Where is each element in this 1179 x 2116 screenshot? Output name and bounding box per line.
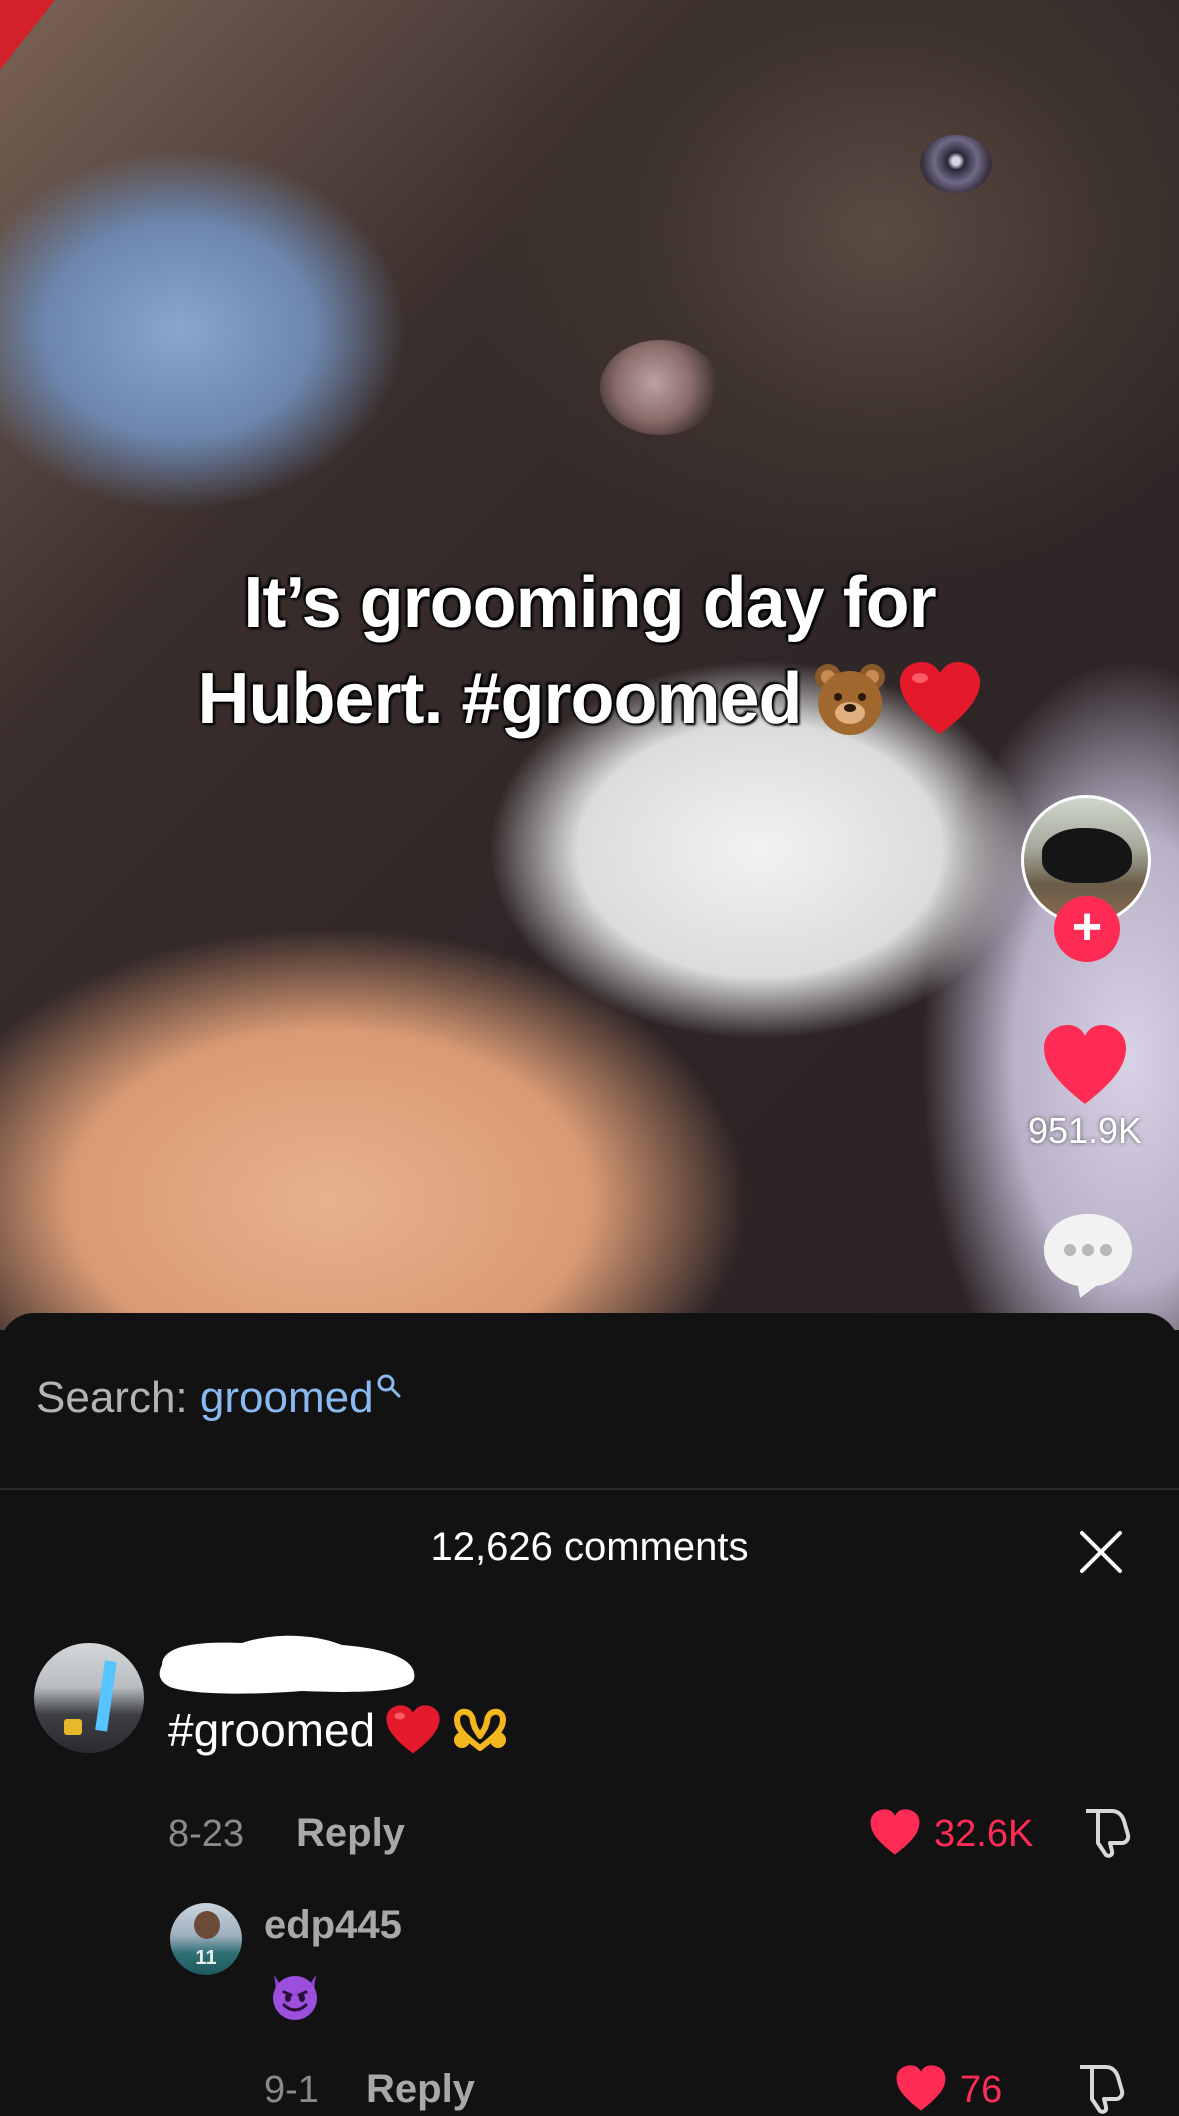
comment-like-icon[interactable]: [894, 2063, 948, 2113]
caption-line-1: It’s grooming day for: [243, 563, 936, 643]
video-caption: It’s grooming day for Hubert. #groomed: [0, 555, 1179, 747]
creator-avatar-bear: [1042, 828, 1132, 883]
redacted-username: [159, 1635, 415, 1694]
avatar-sword: [95, 1660, 117, 1732]
follow-plus-icon[interactable]: +: [1054, 896, 1120, 962]
avatar-gold: [64, 1719, 82, 1735]
avatar-head: [194, 1911, 220, 1939]
reply-date: 9-1: [264, 2069, 319, 2111]
video-like-count: 951.9K: [1027, 1110, 1143, 1151]
red-heart-emoji: [386, 1705, 440, 1754]
search-icon: [377, 1374, 401, 1398]
search-prefix: Search:: [36, 1373, 188, 1422]
bear-eye: [920, 135, 992, 193]
divider: [0, 1488, 1179, 1490]
avatar[interactable]: [34, 1643, 144, 1753]
reply-username[interactable]: edp445: [264, 1903, 402, 1948]
caption-line-2: Hubert. #groomed: [197, 659, 802, 739]
heart-icon[interactable]: [1040, 1020, 1130, 1110]
comment-text: #groomed: [168, 1704, 376, 1756]
search-keyword[interactable]: groomed: [200, 1373, 374, 1422]
reply-like-count: 76: [960, 2069, 1003, 2111]
comment-like-icon[interactable]: [868, 1807, 922, 1857]
smiling-devil-emoji: [273, 1975, 317, 2020]
comment-text-wrap: #groomed: [168, 1703, 509, 1757]
video-player[interactable]: It’s grooming day for Hubert. #groomed +: [0, 0, 1179, 1330]
avatar[interactable]: 11: [170, 1903, 242, 1975]
comment-date: 8-23: [168, 1813, 245, 1855]
comments-count: 12,626 comments: [430, 1525, 749, 1569]
close-icon[interactable]: [1078, 1529, 1124, 1575]
red-heart-emoji: [899, 662, 980, 734]
reply-button[interactable]: Reply: [296, 1811, 405, 1856]
avatar-jersey-number: 11: [195, 1947, 217, 1969]
bear-emoji: [814, 664, 885, 735]
comment-like-count: 32.6K: [934, 1813, 1034, 1855]
dislike-icon[interactable]: [1080, 1805, 1132, 1859]
dislike-icon[interactable]: [1074, 2061, 1126, 2115]
comment-bubble-icon[interactable]: [1040, 1210, 1136, 1300]
search-suggestion[interactable]: Search: groomed: [36, 1373, 402, 1423]
bear-nose: [600, 340, 720, 435]
caption-line-2-wrap: Hubert. #groomed: [0, 651, 1179, 747]
comments-sheet: Search: groomed 12,626 comments #groomed: [0, 1313, 1179, 2116]
heart-hands-emoji: [454, 1708, 507, 1751]
reply-button[interactable]: Reply: [366, 2067, 475, 2112]
background-red-corner: [0, 0, 55, 70]
